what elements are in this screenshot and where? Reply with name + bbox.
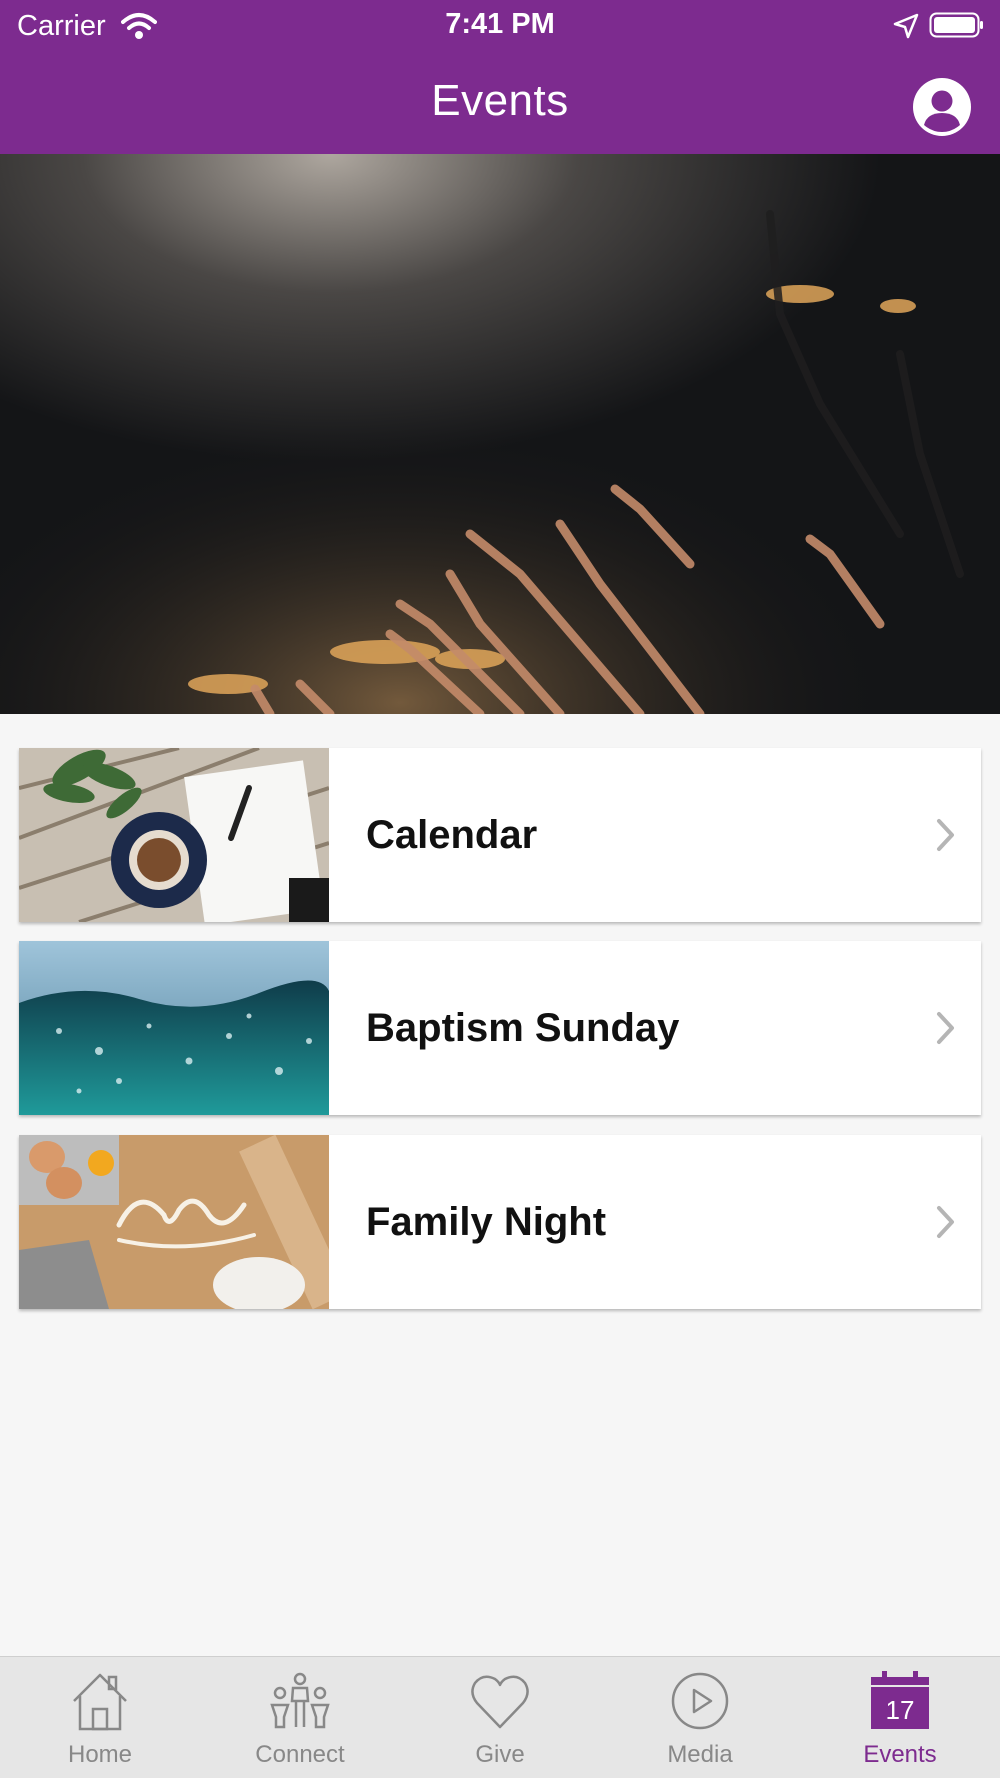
chevron-right-icon: [911, 1011, 981, 1045]
calendar-badge: 17: [886, 1695, 915, 1725]
chevron-right-icon: [911, 818, 981, 852]
baptism-sunday-thumbnail: [19, 941, 329, 1115]
status-time: 7:41 PM: [445, 8, 555, 40]
tab-label: Connect: [255, 1741, 345, 1768]
tab-give[interactable]: Give: [400, 1657, 600, 1778]
tab-label: Media: [667, 1741, 733, 1768]
play-icon: [671, 1672, 729, 1730]
heart-icon: [471, 1675, 529, 1729]
profile-icon[interactable]: [913, 78, 971, 136]
hero-image: [0, 154, 1000, 714]
people-icon: [270, 1672, 330, 1729]
tab-label: Events: [863, 1741, 937, 1768]
battery-icon: [929, 12, 983, 38]
family-night-thumbnail: [19, 1135, 329, 1309]
page-title: Events: [431, 76, 569, 125]
tab-connect[interactable]: Connect: [200, 1657, 400, 1778]
event-label-family-night: Family Night: [366, 1199, 607, 1244]
event-label-baptism-sunday: Baptism Sunday: [366, 1005, 680, 1050]
top-bar: Carrier 7:41 PM Events: [0, 0, 1000, 154]
tab-label: Give: [475, 1741, 525, 1768]
house-icon: [73, 1673, 127, 1731]
calendar-thumbnail: [19, 748, 329, 922]
event-label-calendar: Calendar: [366, 812, 538, 857]
chevron-right-icon: [911, 1205, 981, 1239]
location-arrow-icon: [893, 13, 919, 39]
tab-media[interactable]: Media: [600, 1657, 800, 1778]
event-row-calendar[interactable]: Calendar: [19, 748, 981, 922]
tab-events[interactable]: 17 Events: [800, 1657, 1000, 1778]
calendar-icon: 17: [871, 1671, 929, 1729]
tab-label: Home: [67, 1741, 133, 1768]
tab-bar: Home Connect Give Media 17 Events: [0, 1656, 1000, 1778]
tab-home[interactable]: Home: [0, 1657, 200, 1778]
status-bar: Carrier 7:41 PM: [0, 0, 1000, 52]
event-row-baptism-sunday[interactable]: Baptism Sunday: [19, 941, 981, 1115]
event-row-family-night[interactable]: Family Night: [19, 1135, 981, 1309]
